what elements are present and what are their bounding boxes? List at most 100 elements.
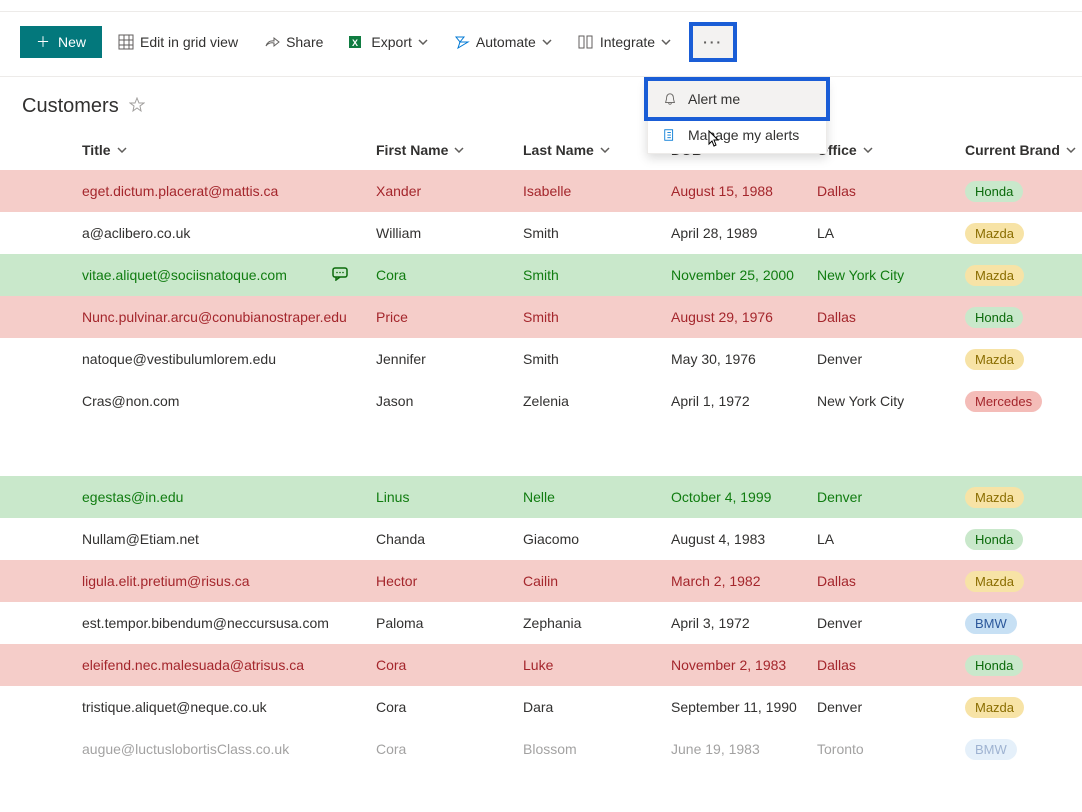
cell-last-name: Blossom — [519, 741, 667, 757]
cell-last-name: Cailin — [519, 573, 667, 589]
brand-pill: Mazda — [965, 487, 1024, 508]
cell-dob: June 19, 1983 — [667, 741, 813, 757]
cell-title[interactable]: eleifend.nec.malesuada@atrisus.ca — [78, 657, 372, 673]
table-row[interactable]: Cras@non.comJasonZeleniaApril 1, 1972New… — [0, 380, 1082, 422]
cell-first-name: Hector — [372, 573, 519, 589]
cell-title[interactable]: Nullam@Etiam.net — [78, 531, 372, 547]
table-row[interactable]: Nullam@Etiam.netChandaGiacomoAugust 4, 1… — [0, 518, 1082, 560]
cell-dob: November 25, 2000 — [667, 267, 813, 283]
menu-item-label: Alert me — [688, 91, 740, 107]
brand-pill: Mazda — [965, 349, 1024, 370]
overflow-menu: Alert me Manage my alerts — [647, 80, 827, 154]
overflow-button[interactable]: ··· — [689, 22, 737, 62]
edit-grid-button[interactable]: Edit in grid view — [108, 28, 248, 56]
cell-last-name: Dara — [519, 699, 667, 715]
brand-pill: Mazda — [965, 697, 1024, 718]
cell-office: Denver — [813, 615, 961, 631]
chevron-down-icon — [1066, 147, 1076, 153]
share-button[interactable]: Share — [254, 28, 333, 56]
chevron-down-icon — [542, 39, 552, 45]
brand-pill: Mazda — [965, 223, 1024, 244]
new-button[interactable]: ＋ New — [20, 26, 102, 58]
table-row[interactable]: natoque@vestibulumlorem.eduJenniferSmith… — [0, 338, 1082, 380]
menu-item-manage-alerts[interactable]: Manage my alerts — [648, 117, 826, 153]
cell-first-name: Jason — [372, 393, 519, 409]
cell-brand: Honda — [961, 181, 1082, 202]
cell-last-name: Isabelle — [519, 183, 667, 199]
integrate-button[interactable]: Integrate — [568, 28, 681, 56]
cell-dob: April 3, 1972 — [667, 615, 813, 631]
cell-title[interactable]: est.tempor.bibendum@neccursusa.com — [78, 615, 372, 631]
cell-brand: Mazda — [961, 571, 1082, 592]
cell-last-name: Giacomo — [519, 531, 667, 547]
cell-title[interactable]: Cras@non.com — [78, 393, 372, 409]
cell-title[interactable]: Nunc.pulvinar.arcu@conubianostraper.edu — [78, 309, 372, 325]
chevron-down-icon — [454, 147, 464, 153]
export-button[interactable]: X Export — [339, 28, 437, 56]
cell-title[interactable]: augue@luctuslobortisClass.co.uk — [78, 741, 372, 757]
brand-pill: Mazda — [965, 265, 1024, 286]
cell-title[interactable]: tristique.aliquet@neque.co.uk — [78, 699, 372, 715]
column-header-office[interactable]: Office — [813, 142, 961, 158]
menu-item-alert-me[interactable]: Alert me — [644, 77, 830, 121]
table-row[interactable]: egestas@in.eduLinusNelleOctober 4, 1999D… — [0, 476, 1082, 518]
cell-brand: Mazda — [961, 697, 1082, 718]
column-header-title[interactable]: Title — [78, 142, 372, 158]
column-header-brand[interactable]: Current Brand — [961, 142, 1082, 158]
cell-brand: Mazda — [961, 349, 1082, 370]
cell-last-name: Luke — [519, 657, 667, 673]
plus-icon: ＋ — [36, 35, 50, 49]
table-row[interactable]: augue@luctuslobortisClass.co.ukCoraBloss… — [0, 728, 1082, 770]
cell-title[interactable]: egestas@in.edu — [78, 489, 372, 505]
cell-title[interactable]: eget.dictum.placerat@mattis.ca — [78, 183, 372, 199]
table-row[interactable]: a@aclibero.co.ukWilliamSmithApril 28, 19… — [0, 212, 1082, 254]
table-row[interactable]: eleifend.nec.malesuada@atrisus.caCoraLuk… — [0, 644, 1082, 686]
chevron-down-icon — [863, 147, 873, 153]
share-icon — [264, 34, 280, 50]
ellipsis-icon: ··· — [703, 34, 723, 50]
table-row[interactable]: Nunc.pulvinar.arcu@conubianostraper.eduP… — [0, 296, 1082, 338]
table-row[interactable]: tristique.aliquet@neque.co.ukCoraDaraSep… — [0, 686, 1082, 728]
cell-brand: BMW — [961, 613, 1082, 634]
table-row[interactable]: est.tempor.bibendum@neccursusa.comPaloma… — [0, 602, 1082, 644]
page-title: Customers — [22, 95, 119, 118]
cell-title[interactable]: ligula.elit.pretium@risus.ca — [78, 573, 372, 589]
cell-last-name: Zephania — [519, 615, 667, 631]
cell-dob: September 11, 1990 — [667, 699, 813, 715]
cell-first-name: Cora — [372, 699, 519, 715]
cell-dob: August 4, 1983 — [667, 531, 813, 547]
chevron-down-icon — [600, 147, 610, 153]
favorite-star-icon[interactable] — [129, 97, 145, 116]
cell-office: Toronto — [813, 741, 961, 757]
brand-pill: BMW — [965, 739, 1017, 760]
table-row[interactable]: ligula.elit.pretium@risus.caHectorCailin… — [0, 560, 1082, 602]
cell-title[interactable]: vitae.aliquet@sociisnatoque.com — [78, 267, 372, 283]
cell-last-name: Smith — [519, 225, 667, 241]
cell-first-name: Linus — [372, 489, 519, 505]
brand-pill: Mercedes — [965, 391, 1042, 412]
cell-title[interactable]: natoque@vestibulumlorem.edu — [78, 351, 372, 367]
cell-office: New York City — [813, 393, 961, 409]
cell-dob: April 28, 1989 — [667, 225, 813, 241]
cell-last-name: Zelenia — [519, 393, 667, 409]
column-header-first-name[interactable]: First Name — [372, 142, 519, 158]
column-header-selector — [0, 142, 78, 158]
cell-last-name: Nelle — [519, 489, 667, 505]
new-button-label: New — [58, 34, 86, 50]
cell-first-name: Price — [372, 309, 519, 325]
bell-icon — [662, 91, 678, 107]
automate-button[interactable]: Automate — [444, 28, 562, 56]
table-row[interactable]: vitae.aliquet@sociisnatoque.comCoraSmith… — [0, 254, 1082, 296]
cell-first-name: William — [372, 225, 519, 241]
cell-brand: Honda — [961, 529, 1082, 550]
column-header-last-name[interactable]: Last Name — [519, 142, 667, 158]
cell-first-name: Cora — [372, 267, 519, 283]
cell-first-name: Paloma — [372, 615, 519, 631]
cell-title[interactable]: a@aclibero.co.uk — [78, 225, 372, 241]
cell-brand: Honda — [961, 655, 1082, 676]
table-row[interactable]: eget.dictum.placerat@mattis.caXanderIsab… — [0, 170, 1082, 212]
comment-icon[interactable] — [332, 267, 348, 283]
cell-dob: October 4, 1999 — [667, 489, 813, 505]
cell-dob: March 2, 1982 — [667, 573, 813, 589]
brand-pill: Honda — [965, 529, 1023, 550]
